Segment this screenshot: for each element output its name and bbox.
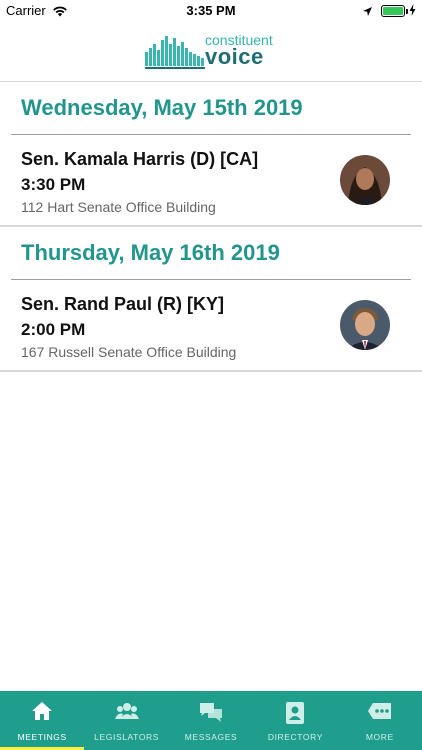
tab-label: MORE (365, 732, 394, 742)
equalizer-bars-icon (145, 36, 205, 69)
charging-bolt-icon (409, 4, 416, 19)
people-icon (84, 701, 168, 721)
tab-label: MEETINGS (17, 732, 67, 742)
tab-label: LEGISLATORS (94, 732, 160, 742)
meeting-time: 2:00 PM (21, 320, 86, 339)
battery-level (383, 7, 403, 15)
meeting-location: 167 Russell Senate Office Building (21, 344, 237, 360)
senator-avatar (340, 300, 390, 350)
senator-name: Sen. Rand Paul (R) [KY] (21, 294, 225, 314)
contact-card-icon (253, 701, 337, 725)
meeting-row[interactable]: Sen. Kamala Harris (D) [CA] 3:30 PM 112 … (0, 135, 422, 227)
tab-meetings[interactable]: MEETINGS (0, 691, 85, 750)
tab-label: DIRECTORY (267, 732, 323, 742)
meeting-time: 3:30 PM (21, 175, 86, 194)
senator-avatar (340, 155, 390, 205)
senator-name: Sen. Kamala Harris (D) [CA] (21, 149, 259, 169)
meetings-list: Wednesday, May 15th 2019 Sen. Kamala Har… (0, 82, 422, 372)
constituent-voice-logo: constituent voice (145, 32, 280, 70)
clock: 3:35 PM (186, 3, 236, 18)
tab-more[interactable]: MORE (338, 691, 422, 750)
battery-icon (381, 5, 408, 17)
meeting-location: 112 Hart Senate Office Building (21, 199, 216, 215)
chat-bubbles-icon (169, 701, 253, 723)
meeting-row[interactable]: Sen. Rand Paul (R) [KY] 2:00 PM 167 Russ… (0, 280, 422, 372)
meeting-section: Wednesday, May 15th 2019 Sen. Kamala Har… (0, 82, 422, 227)
home-icon (0, 701, 84, 721)
day-heading: Wednesday, May 15th 2019 (21, 95, 303, 120)
tab-directory[interactable]: DIRECTORY (253, 691, 337, 750)
day-heading: Thursday, May 16th 2019 (21, 240, 280, 265)
tab-legislators[interactable]: LEGISLATORS (84, 691, 168, 750)
more-icon (338, 701, 422, 721)
app-header: constituent voice (0, 22, 422, 82)
tab-bar: MEETINGS LEGISLATORS MESSAGES DIRECTORY … (0, 691, 422, 750)
tab-label: MESSAGES (184, 732, 238, 742)
tab-messages[interactable]: MESSAGES (169, 691, 253, 750)
status-bar: Carrier 3:35 PM (0, 0, 422, 22)
location-arrow-icon (362, 4, 373, 22)
logo-text-voice: voice (205, 44, 264, 69)
meeting-section: Thursday, May 16th 2019 Sen. Rand Paul (… (0, 227, 422, 372)
